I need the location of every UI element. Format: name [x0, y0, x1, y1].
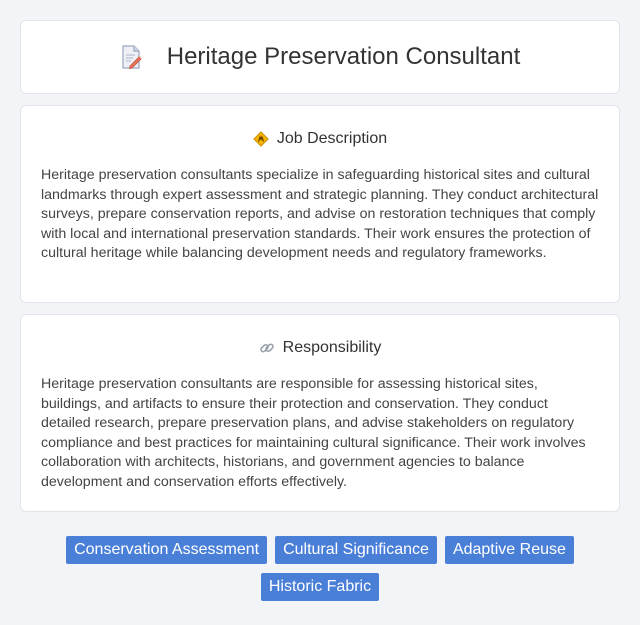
tag-list: Conservation Assessment Cultural Signifi… [40, 536, 600, 601]
diamond-sign-icon [253, 131, 269, 147]
page-title-container: Heritage Preservation Consultant [120, 43, 521, 71]
tag-cultural-significance[interactable]: Cultural Significance [275, 536, 437, 564]
page-title: Heritage Preservation Consultant [166, 43, 521, 70]
header-card: Heritage Preservation Consultant [20, 20, 620, 94]
responsibility-title: Responsibility [282, 339, 382, 356]
page: Heritage Preservation Consultant Job Des… [0, 0, 640, 625]
responsibility-heading: Responsibility [41, 337, 599, 359]
responsibility-card: Responsibility Heritage preservation con… [20, 314, 620, 512]
tag-conservation-assessment[interactable]: Conservation Assessment [66, 536, 268, 564]
link-icon [259, 340, 275, 356]
tag-historic-fabric[interactable]: Historic Fabric [260, 573, 380, 601]
job-description-title: Job Description [276, 130, 388, 147]
job-description-card: Job Description Heritage preservation co… [20, 105, 620, 303]
job-description-text: Heritage preservation consultants specia… [41, 167, 599, 261]
document-pencil-icon [120, 45, 142, 70]
tag-adaptive-reuse[interactable]: Adaptive Reuse [444, 536, 574, 564]
job-description-heading: Job Description [41, 128, 599, 150]
responsibility-text: Heritage preservation consultants are re… [41, 376, 586, 490]
